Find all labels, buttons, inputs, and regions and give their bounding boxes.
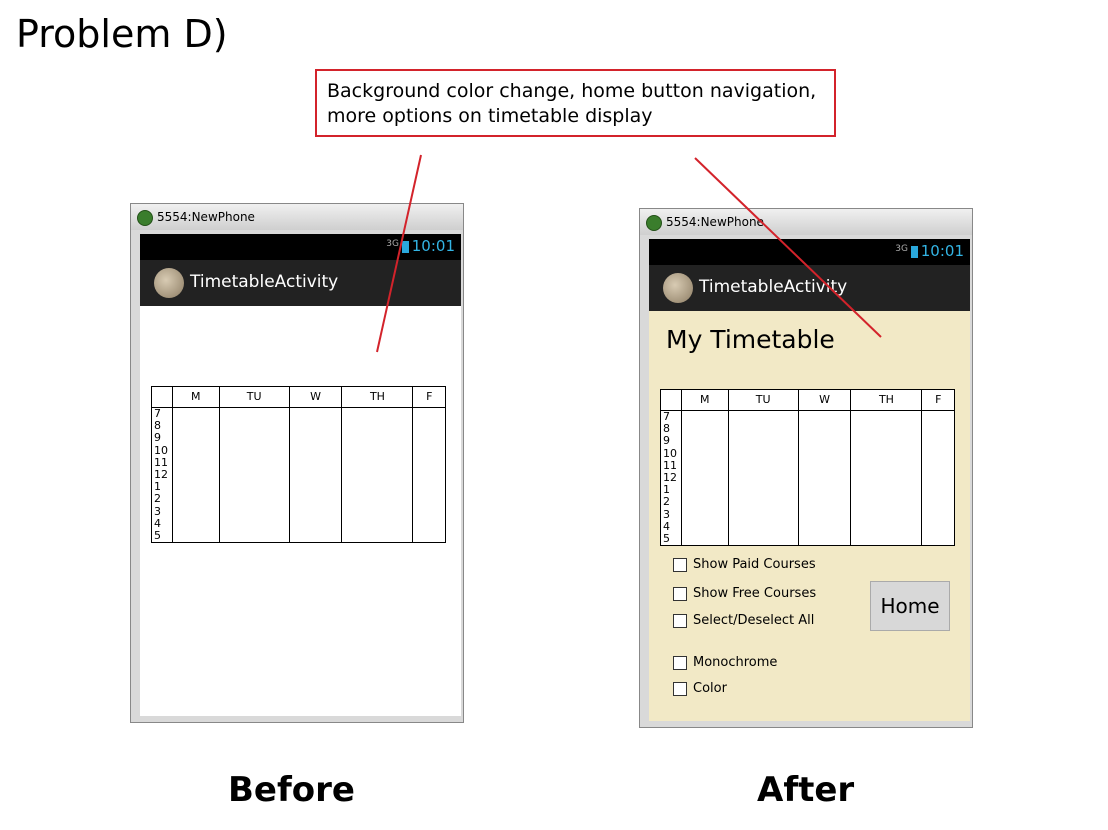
- caption-before: Before: [228, 770, 355, 810]
- arrow-to-before: [376, 154, 422, 353]
- caption-after: After: [757, 770, 855, 810]
- arrow-to-after: [694, 157, 882, 338]
- annotation-arrows: [376, 154, 882, 353]
